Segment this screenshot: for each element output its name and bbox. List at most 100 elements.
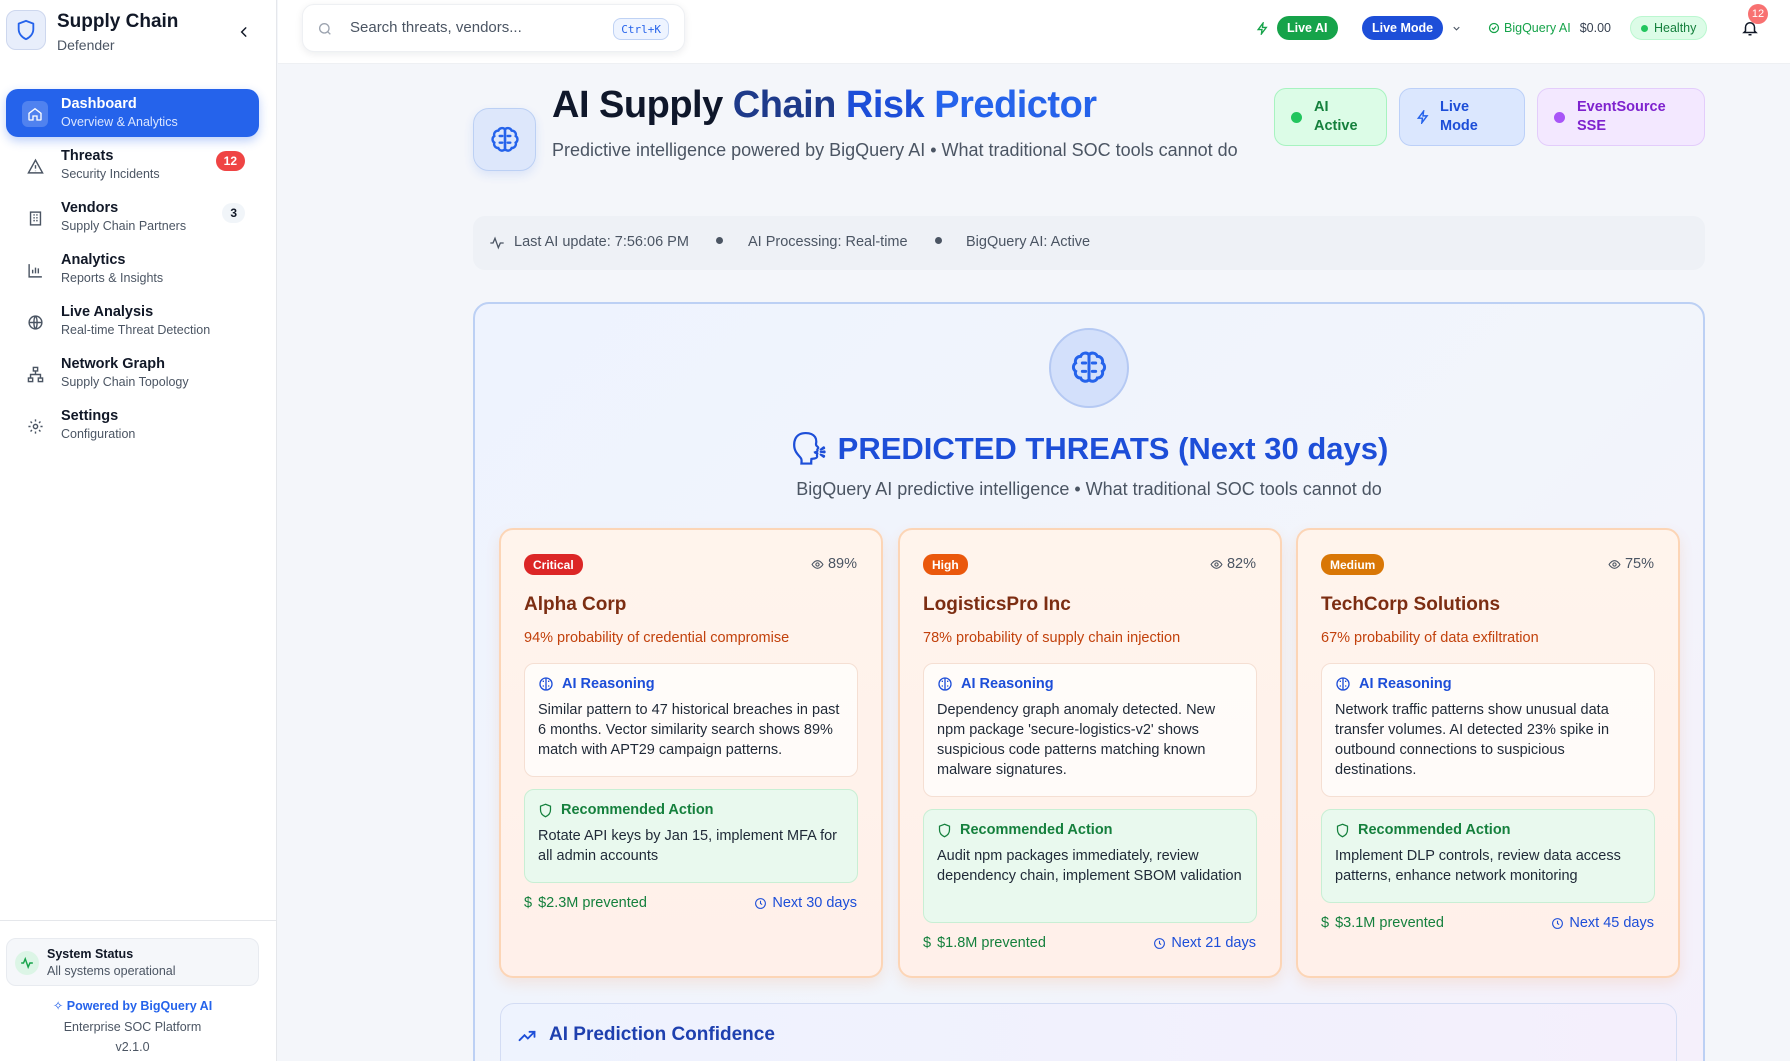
activity-icon xyxy=(490,236,504,250)
savings-prevented: $ $3.1M prevented xyxy=(1321,915,1444,931)
search-shortcut: Ctrl+K xyxy=(613,18,669,40)
alert-triangle-icon xyxy=(24,155,46,177)
status-dot xyxy=(1291,111,1302,123)
threat-probability: 78% probability of supply chain injectio… xyxy=(923,630,1181,646)
recommended-action-label: Recommended Action xyxy=(561,802,714,818)
brain-icon xyxy=(473,108,536,171)
sidebar-item-analytics[interactable]: Analytics Reports & Insights xyxy=(6,245,259,293)
threat-card[interactable]: High 82% LogisticsPro Inc 78% probabilit… xyxy=(898,528,1282,978)
confidence-score: 75% xyxy=(1608,556,1654,572)
ai-reasoning-box: AI Reasoning Similar pattern to 47 histo… xyxy=(524,663,858,777)
trending-up-icon xyxy=(518,1030,536,1042)
title-part: Chain xyxy=(732,84,837,126)
predicted-threats-title: 🗣 PREDICTED THREATS (Next 30 days) xyxy=(0,430,1790,467)
search-input[interactable] xyxy=(350,19,610,36)
confidence-section-title: AI Prediction Confidence xyxy=(549,1024,775,1045)
status-dot xyxy=(1554,111,1565,123)
bigquery-label: BigQuery AI xyxy=(1504,21,1571,35)
dollar-icon: $ xyxy=(1321,915,1330,931)
eventsource-badge: EventSource SSE xyxy=(1537,88,1705,146)
system-status-text: All systems operational xyxy=(47,964,176,978)
sidebar-item-label: Analytics xyxy=(61,252,126,268)
live-mode-badge: Live Mode xyxy=(1399,88,1525,146)
brain-icon xyxy=(1336,677,1350,691)
vendor-name: Alpha Corp xyxy=(524,594,627,615)
page-subtitle: Predictive intelligence powered by BigQu… xyxy=(552,140,1238,160)
ai-reasoning-label: AI Reasoning xyxy=(562,676,655,692)
globe-icon xyxy=(24,311,46,333)
ai-reasoning-label: AI Reasoning xyxy=(1359,676,1452,692)
threat-card[interactable]: Medium 75% TechCorp Solutions 67% probab… xyxy=(1296,528,1680,978)
ai-reasoning-text: Dependency graph anomaly detected. New n… xyxy=(937,702,1216,778)
recommended-action-box: Recommended Action Audit npm packages im… xyxy=(923,809,1257,923)
sidebar-item-live-analysis[interactable]: Live Analysis Real-time Threat Detection xyxy=(6,297,259,345)
confidence-value: 82% xyxy=(1226,556,1256,572)
clock-icon xyxy=(1154,937,1166,949)
confidence-value: 75% xyxy=(1624,556,1654,572)
eye-icon xyxy=(1608,559,1621,569)
brain-icon xyxy=(1049,328,1129,408)
threat-probability: 94% probability of credential compromise xyxy=(524,630,790,646)
recommended-action-label: Recommended Action xyxy=(1358,822,1511,838)
savings-value: $3.1M prevented xyxy=(1335,915,1444,931)
zap-icon xyxy=(1416,110,1429,124)
threat-card[interactable]: Critical 89% Alpha Corp 94% probability … xyxy=(499,528,883,978)
system-status-title: System Status xyxy=(47,947,134,961)
savings-prevented: $ $1.8M prevented xyxy=(923,935,1046,951)
sidebar-item-vendors[interactable]: Vendors Supply Chain Partners 3 xyxy=(6,193,259,241)
sidebar-item-threats[interactable]: Threats Security Incidents 12 xyxy=(6,141,259,189)
sidebar-item-network-graph[interactable]: Network Graph Supply Chain Topology xyxy=(6,349,259,397)
brand: Supply Chain Defender xyxy=(0,0,277,64)
sidebar-item-sublabel: Supply Chain Partners xyxy=(61,219,187,233)
predicted-threats-subtitle: BigQuery AI predictive intelligence • Wh… xyxy=(796,479,1382,499)
powered-by: ✧ Powered by BigQuery AI xyxy=(0,998,265,1013)
live-ai-pill: Live AI xyxy=(1277,16,1338,40)
brain-icon xyxy=(539,677,553,691)
divider xyxy=(0,920,277,921)
check-circle-icon xyxy=(1488,22,1500,34)
recommended-action-box: Recommended Action Rotate API keys by Ja… xyxy=(524,789,858,883)
health-label: Healthy xyxy=(1654,21,1697,35)
powered-by-label: Powered by BigQuery AI xyxy=(66,999,213,1013)
title-part: Predictor xyxy=(934,84,1097,126)
sidebar-item-label: Vendors xyxy=(61,200,119,216)
brain-icon xyxy=(938,677,952,691)
dollar-icon: $ xyxy=(923,935,932,951)
shield-icon xyxy=(6,10,46,50)
time-window: Next 21 days xyxy=(1153,935,1256,951)
sparkle-icon: ✧ xyxy=(52,999,67,1013)
sidebar-item-sublabel: Security Incidents xyxy=(61,167,160,181)
ai-reasoning-box: AI Reasoning Dependency graph anomaly de… xyxy=(923,663,1257,797)
platform-label: Enterprise SOC Platform xyxy=(63,1020,202,1034)
recommended-action-label: Recommended Action xyxy=(960,822,1113,838)
brand-subtitle: Defender xyxy=(57,37,115,53)
live-ai-label: Live AI xyxy=(1277,16,1338,40)
ai-reasoning-label: AI Reasoning xyxy=(961,676,1054,692)
badge-label: AI Active xyxy=(1314,99,1358,134)
title-part: Risk xyxy=(845,84,925,126)
shield-icon xyxy=(1336,823,1349,837)
collapse-sidebar-button[interactable] xyxy=(234,22,254,42)
sidebar-item-sublabel: Supply Chain Topology xyxy=(61,375,189,389)
time-window: Next 30 days xyxy=(754,895,857,911)
recommended-action-box: Recommended Action Implement DLP control… xyxy=(1321,809,1655,903)
sidebar: Supply Chain Defender Dashboard Overview… xyxy=(0,0,277,1061)
notification-count-badge: 12 xyxy=(1748,4,1768,24)
shield-icon xyxy=(938,823,951,837)
time-window-value: Next 30 days xyxy=(772,895,857,911)
zap-icon xyxy=(1256,21,1268,35)
vendors-count-badge: 3 xyxy=(222,203,245,223)
separator-dot xyxy=(935,237,942,244)
bigquery-status: BigQuery AI $0.00 xyxy=(1488,16,1611,40)
dollar-icon: $ xyxy=(524,895,533,911)
savings-value: $2.3M prevented xyxy=(538,895,647,911)
sidebar-item-sublabel: Overview & Analytics xyxy=(61,115,178,129)
threat-probability: 67% probability of data exfiltration xyxy=(1321,630,1539,646)
bigquery-active-text: BigQuery AI: Active xyxy=(966,234,1091,250)
sidebar-item-dashboard[interactable]: Dashboard Overview & Analytics xyxy=(6,89,259,137)
badge-label: EventSource SSE xyxy=(1577,99,1666,134)
ai-reasoning-box: AI Reasoning Network traffic patterns sh… xyxy=(1321,663,1655,797)
vendor-name: LogisticsPro Inc xyxy=(923,594,1071,615)
live-mode-dropdown[interactable]: Live Mode xyxy=(1362,16,1462,40)
search-box[interactable]: Ctrl+K xyxy=(302,4,685,52)
